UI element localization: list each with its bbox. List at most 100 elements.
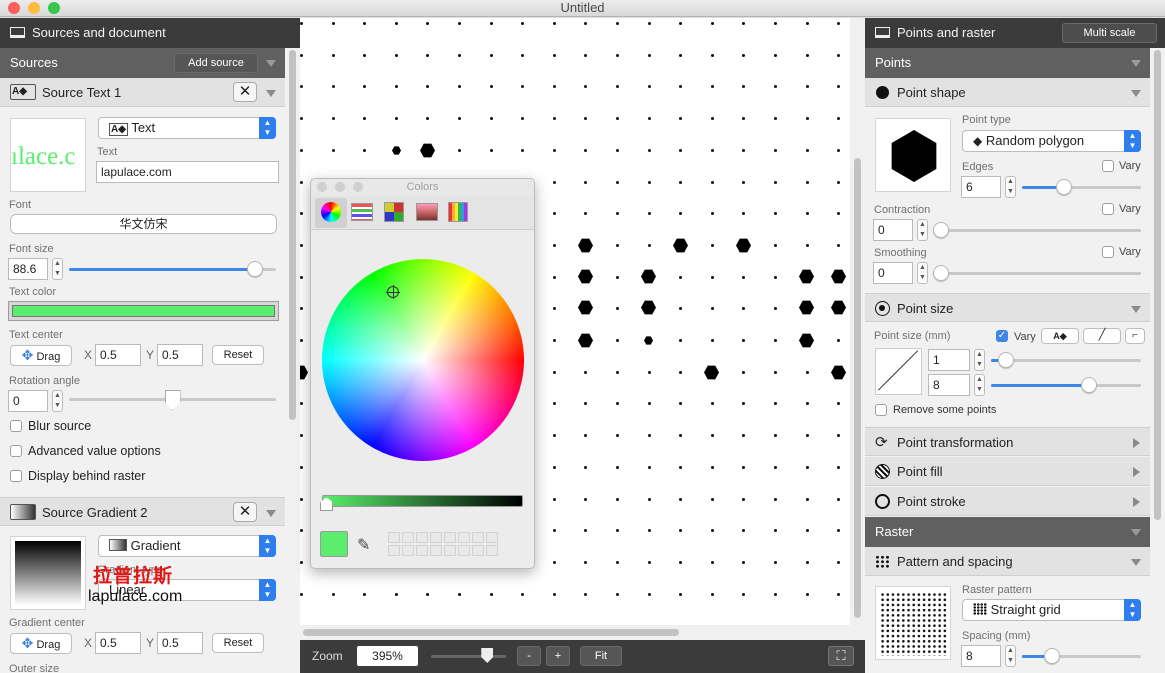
max-size-slider-knob[interactable] — [1080, 377, 1097, 393]
canvas-vertical-scrollbar[interactable] — [854, 158, 861, 618]
font-picker-button[interactable]: 华文仿宋 — [10, 214, 277, 234]
text-input[interactable]: lapulace.com — [96, 161, 279, 183]
left-scrollbar[interactable] — [289, 50, 296, 420]
eyedropper-icon[interactable]: ✎ — [357, 535, 370, 555]
canvas-horizontal-scrollbar[interactable] — [303, 629, 679, 636]
step-curve-button[interactable]: ⌐ — [1125, 328, 1145, 344]
contraction-vary-checkbox[interactable] — [1102, 203, 1114, 215]
close-window-button[interactable] — [8, 2, 20, 14]
point-stroke-header[interactable]: Point stroke — [865, 487, 1150, 516]
smoothing-vary-checkbox[interactable] — [1102, 246, 1114, 258]
color-swatch-slot[interactable] — [444, 532, 456, 543]
drag-center-button[interactable]: ✥ Drag — [10, 633, 72, 654]
font-size-input[interactable]: 88.6 — [8, 258, 48, 280]
spacing-input[interactable]: 8 — [961, 645, 1001, 667]
point-transformation-header[interactable]: ⟳ Point transformation — [865, 427, 1150, 456]
spacing-slider-knob[interactable] — [1043, 648, 1060, 664]
max-size-stepper[interactable]: ▲ ▼ — [974, 374, 985, 396]
chevron-right-icon[interactable] — [1133, 497, 1140, 507]
sliders-tab-icon[interactable] — [351, 203, 373, 221]
color-swatch-slot[interactable] — [458, 545, 470, 556]
spacing-stepper[interactable]: ▲ ▼ — [1005, 645, 1016, 667]
font-size-slider-knob[interactable] — [247, 261, 264, 277]
color-swatch-slot[interactable] — [472, 532, 484, 543]
minimize-window-button[interactable] — [28, 2, 40, 14]
smoothing-slider[interactable] — [934, 272, 1141, 275]
edges-vary-checkbox[interactable] — [1102, 160, 1114, 172]
display-behind-checkbox[interactable] — [10, 470, 22, 482]
min-size-slider-knob[interactable] — [998, 352, 1014, 368]
chevron-down-icon[interactable] — [1131, 60, 1141, 67]
font-size-stepper[interactable]: ▲ ▼ — [52, 258, 63, 280]
linear-curve-button[interactable]: ╱ — [1083, 328, 1121, 344]
drag-center-button[interactable]: ✥ Drag — [10, 345, 72, 366]
fullscreen-icon[interactable]: ⛶ — [828, 646, 854, 666]
color-swatch-slot[interactable] — [444, 545, 456, 556]
chevron-down-icon[interactable] — [1131, 90, 1141, 97]
brightness-slider[interactable] — [322, 495, 523, 507]
color-swatch-slot[interactable] — [486, 545, 498, 556]
fit-button[interactable]: Fit — [580, 646, 622, 666]
chevron-right-icon[interactable] — [1133, 438, 1140, 448]
current-color-swatch[interactable] — [320, 531, 348, 557]
zoom-slider[interactable] — [431, 655, 506, 658]
pencils-tab-icon[interactable] — [448, 202, 468, 222]
chevron-down-icon[interactable] — [1131, 559, 1141, 566]
color-swatch-slot[interactable] — [486, 532, 498, 543]
reset-center-button[interactable]: Reset — [212, 633, 264, 653]
color-swatch-slot[interactable] — [402, 545, 414, 556]
min-size-input[interactable]: 1 — [928, 349, 970, 371]
max-size-input[interactable]: 8 — [928, 374, 970, 396]
smoothing-stepper[interactable]: ▲ ▼ — [917, 262, 928, 284]
color-swatch-slot[interactable] — [458, 532, 470, 543]
image-palettes-tab-icon[interactable] — [416, 203, 438, 221]
rotation-input[interactable]: 0 — [8, 390, 48, 412]
center-y-input[interactable]: 0.5 — [157, 344, 203, 366]
color-wheel-cursor[interactable] — [386, 285, 400, 299]
source-gradient-2-header[interactable]: Source Gradient 2 ✕ — [0, 497, 285, 526]
point-type-select[interactable]: ◆ Random polygon ▲ ▼ — [962, 130, 1141, 152]
chevron-down-icon[interactable] — [266, 90, 276, 97]
min-size-stepper[interactable]: ▲ ▼ — [974, 349, 985, 371]
center-x-input[interactable]: 0.5 — [95, 344, 141, 366]
rotation-slider-knob[interactable] — [164, 390, 181, 410]
size-vary-checkbox[interactable]: ✓ — [996, 330, 1008, 342]
zoom-in-button[interactable]: + — [546, 646, 570, 666]
zoom-slider-knob[interactable] — [481, 648, 494, 663]
chevron-right-icon[interactable] — [1133, 467, 1140, 477]
source-type-select[interactable]: A◆ Text ▲ ▼ — [98, 117, 276, 139]
reset-center-button[interactable]: Reset — [212, 345, 264, 365]
edges-input[interactable]: 6 — [961, 176, 1001, 198]
point-size-header[interactable]: Point size — [865, 293, 1150, 322]
chevron-down-icon[interactable] — [1131, 529, 1141, 536]
contraction-input[interactable]: 0 — [873, 219, 913, 241]
contraction-slider[interactable] — [934, 229, 1141, 232]
color-swatch-slot[interactable] — [402, 532, 414, 543]
spacing-slider[interactable] — [1022, 655, 1141, 658]
color-swatch-slot[interactable] — [472, 545, 484, 556]
pattern-spacing-header[interactable]: Pattern and spacing — [865, 547, 1150, 576]
chevron-down-icon[interactable] — [266, 510, 276, 517]
add-source-button[interactable]: Add source — [174, 53, 258, 73]
color-swatch-slot[interactable] — [388, 532, 400, 543]
remove-source-button[interactable]: ✕ — [233, 82, 257, 102]
color-wheel[interactable] — [322, 259, 524, 461]
zoom-out-button[interactable]: - — [517, 646, 541, 666]
edges-slider[interactable] — [1022, 186, 1141, 189]
smoothing-slider-knob[interactable] — [933, 265, 949, 281]
zoom-window-button[interactable] — [48, 2, 60, 14]
remove-points-checkbox[interactable] — [875, 404, 887, 416]
text-color-well[interactable] — [8, 301, 279, 321]
rotation-stepper[interactable]: ▲ ▼ — [52, 390, 63, 412]
edges-stepper[interactable]: ▲ ▼ — [1005, 176, 1016, 198]
multi-scale-button[interactable]: Multi scale — [1062, 23, 1157, 43]
max-size-slider[interactable] — [991, 384, 1141, 387]
raster-pattern-select[interactable]: Straight grid ▲ ▼ — [962, 599, 1141, 621]
source-type-select[interactable]: Gradient ▲ ▼ — [98, 535, 276, 557]
palettes-tab-icon[interactable] — [384, 202, 404, 222]
font-size-slider[interactable] — [69, 268, 276, 271]
zoom-input[interactable]: 395% — [357, 646, 418, 666]
color-wheel-tab-icon[interactable] — [321, 202, 341, 222]
color-swatch-slot[interactable] — [430, 545, 442, 556]
blur-source-checkbox[interactable] — [10, 420, 22, 432]
